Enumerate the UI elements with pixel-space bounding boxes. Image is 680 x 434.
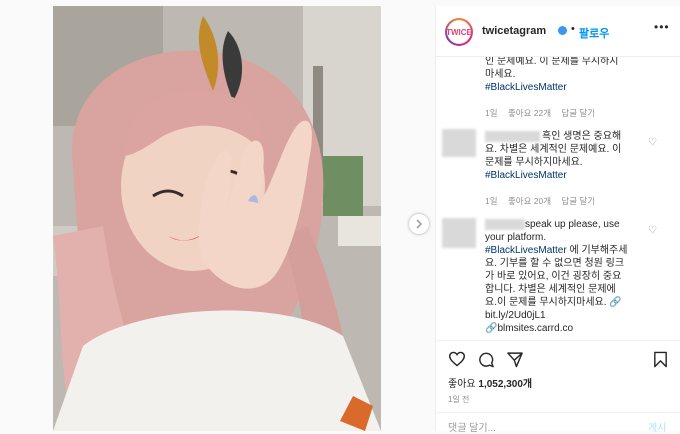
- chevron-right-icon: [416, 219, 423, 229]
- comment-list[interactable]: 인 문제예요. 이 문제를 무시하지 마세요. #BlackLivesMatte…: [436, 57, 680, 340]
- link-icon: 🔗: [485, 323, 498, 334]
- link-icon: 🔗: [609, 297, 622, 308]
- comment-line: 합니다. 차별은 세계적인 문제에: [485, 284, 616, 295]
- comment-time[interactable]: 1일: [485, 196, 498, 206]
- comment-line: speak up please, use: [525, 219, 620, 230]
- comment-line: 요. 차별은 세계적인 문제예요. 이: [485, 144, 622, 155]
- comment-meta: 1일 좋아요 22개 답글 달기: [485, 107, 595, 119]
- comment-line: 문제를 무시하지마세요.: [485, 157, 583, 168]
- comment-line: 에 기부해주세: [566, 245, 628, 256]
- next-image-button[interactable]: [409, 214, 429, 234]
- post-time[interactable]: 1일 전: [448, 394, 469, 405]
- post-header: TWICE twicetagram • 팔로우 •••: [436, 6, 680, 57]
- comment-line: 인 문제예요. 이 문제를 무시하지: [485, 57, 619, 67]
- hashtag-link[interactable]: #BlackLivesMatter: [485, 245, 567, 256]
- hashtag-link[interactable]: #BlackLivesMatter: [485, 81, 665, 94]
- post-photo[interactable]: [53, 6, 381, 431]
- comment-likes[interactable]: 좋아요 20개: [508, 196, 551, 206]
- more-options-icon[interactable]: •••: [654, 20, 670, 34]
- heart-icon[interactable]: ♡: [648, 137, 657, 148]
- post-image: [53, 6, 381, 431]
- comment-line: 요. 기부를 할 수 없으면 청원 링크: [485, 258, 625, 269]
- instagram-post-view: TWICE twicetagram • 팔로우 ••• 인 문제예요. 이 문제…: [0, 0, 680, 434]
- comment-item: 흑인 생명은 중요해 요. 차별은 세계적인 문제예요. 이 문제를 무시하지마…: [436, 125, 680, 213]
- comment-line: 요.이 문제를 무시하지마세요.: [485, 297, 607, 308]
- separator: •: [571, 23, 575, 35]
- comment-line: 흑인 생명은 중요해: [542, 131, 622, 142]
- comment-line: 가 바로 있어요, 이건 굉장히 중요: [485, 271, 622, 282]
- heart-icon[interactable]: ♡: [648, 225, 657, 236]
- follow-button[interactable]: 팔로우: [579, 25, 609, 41]
- comment-line: 마세요.: [485, 69, 516, 80]
- blurred-avatar: [442, 129, 476, 157]
- comment-text: 인 문제예요. 이 문제를 무시하지 마세요. #BlackLivesMatte…: [485, 57, 665, 94]
- hashtag-link[interactable]: #BlackLivesMatter: [485, 169, 665, 182]
- comment-line: your platform.: [485, 232, 547, 243]
- blurred-avatar: [442, 218, 476, 248]
- comment-bubble-icon[interactable]: [477, 351, 495, 368]
- post-side-panel: TWICE twicetagram • 팔로우 ••• 인 문제예요. 이 문제…: [435, 6, 680, 434]
- comment-text: speak up please, use your platform. #Bla…: [485, 218, 670, 335]
- bookmark-icon[interactable]: [653, 351, 668, 368]
- comment-input[interactable]: 댓글 달기...: [448, 419, 496, 434]
- likes-label: 좋아요: [448, 379, 476, 390]
- add-comment-bar: 댓글 달기... 게시: [436, 412, 680, 434]
- like-heart-icon[interactable]: [448, 351, 466, 367]
- comment-likes[interactable]: 좋아요 22개: [508, 108, 551, 118]
- post-comment-button[interactable]: 게시: [648, 419, 666, 434]
- comment-time[interactable]: 1일: [485, 108, 498, 118]
- comment-link[interactable]: bit.ly/2Ud0jL1: [485, 309, 670, 322]
- likes-summary[interactable]: 좋아요 1,052,300개: [448, 375, 532, 390]
- comment-text: 흑인 생명은 중요해 요. 차별은 세계적인 문제예요. 이 문제를 무시하지마…: [485, 130, 665, 182]
- verified-badge-icon: [558, 26, 567, 35]
- comment-item: 인 문제예요. 이 문제를 무시하지 마세요. #BlackLivesMatte…: [436, 57, 680, 125]
- comment-link[interactable]: blmsites.carrd.co: [497, 323, 573, 334]
- username[interactable]: twicetagram: [482, 25, 546, 37]
- likes-count: 1,052,300개: [478, 379, 533, 390]
- comment-meta: 1일 좋아요 20개 답글 달기: [485, 195, 595, 207]
- avatar[interactable]: TWICE: [445, 18, 473, 46]
- share-send-icon[interactable]: [506, 351, 524, 368]
- post-actions: 좋아요 1,052,300개 1일 전 댓글 달기... 게시: [436, 340, 680, 434]
- reply-button[interactable]: 답글 달기: [561, 196, 595, 206]
- comment-item: speak up please, use your platform. #Bla…: [436, 213, 680, 340]
- avatar-logo: TWICE: [446, 20, 472, 44]
- reply-button[interactable]: 답글 달기: [561, 108, 595, 118]
